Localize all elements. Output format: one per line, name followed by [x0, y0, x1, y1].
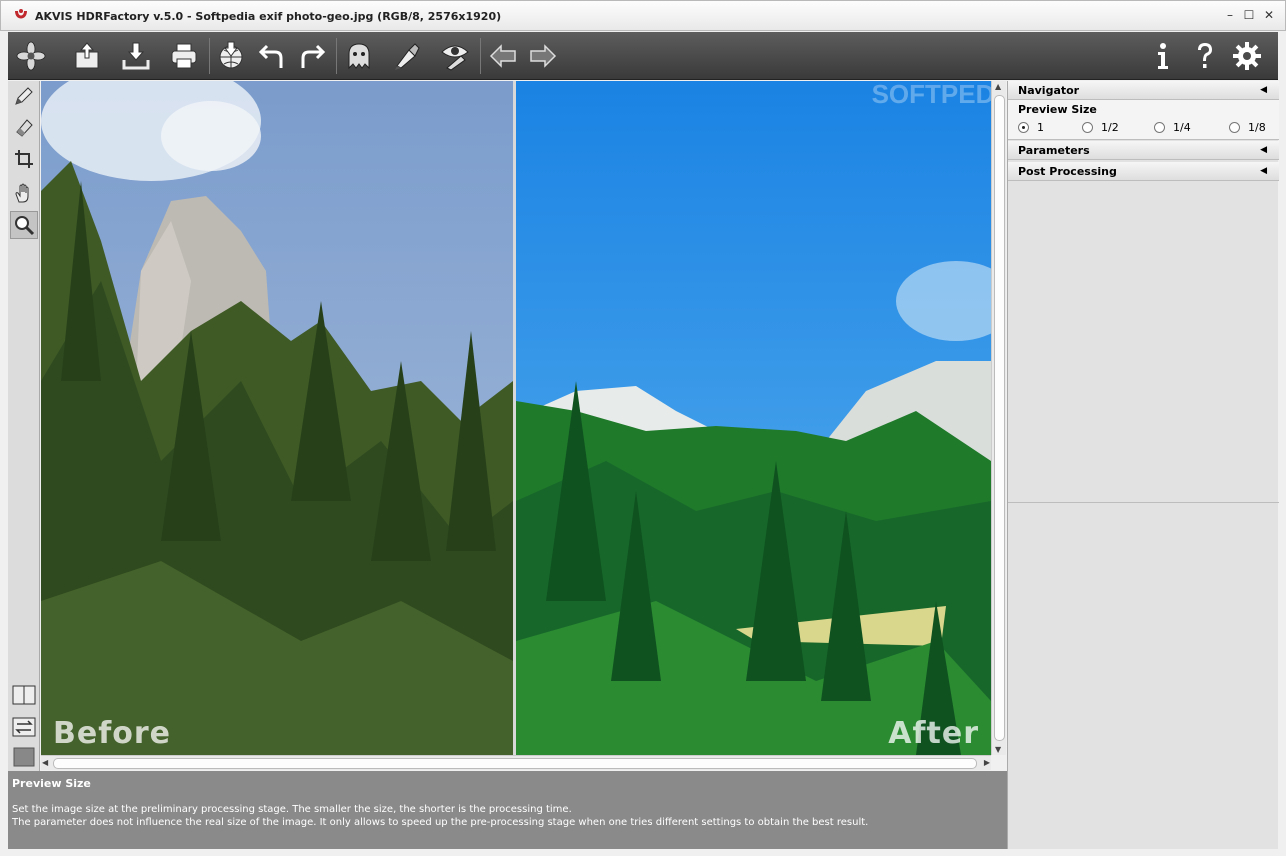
post-processing-title: Post Processing — [1018, 165, 1117, 178]
crop-tool-icon[interactable] — [10, 145, 38, 173]
main-toolbar — [8, 32, 1278, 80]
radio-selected-icon — [1018, 122, 1029, 133]
scroll-right-icon[interactable]: ▶ — [984, 758, 990, 767]
navigator-body: Preview Size 1 1/2 1/4 1/8 — [1008, 100, 1279, 140]
settings-panel: Navigator ◀ Preview Size 1 1/2 1/4 1/8 P… — [1007, 81, 1279, 849]
watermark: SOFTPEDIA — [872, 81, 991, 109]
maximize-button[interactable]: ☐ — [1241, 7, 1257, 23]
after-image: SOFTPEDIA — [516, 81, 991, 755]
redo-icon[interactable] — [292, 38, 330, 74]
app-logo-icon — [15, 9, 27, 19]
info-icon[interactable] — [1144, 38, 1182, 74]
hint-line-1: Set the image size at the preliminary pr… — [12, 804, 572, 815]
tool-panel — [8, 81, 40, 771]
save-image-icon[interactable] — [117, 38, 155, 74]
eraser-tool-icon[interactable] — [10, 113, 38, 141]
post-processing-header[interactable]: Post Processing ◀ — [1008, 162, 1279, 181]
hint-panel: Preview Size Set the image size at the p… — [8, 771, 1007, 849]
window-title: AKVIS HDRFactory v.5.0 - Softpedia exif … — [35, 10, 502, 23]
brush-settings-icon[interactable] — [388, 38, 426, 74]
settings-gear-icon[interactable] — [1228, 38, 1266, 74]
logo-icon[interactable] — [12, 38, 50, 74]
collapse-triangle-icon: ◀ — [1260, 145, 1267, 155]
navigator-title: Navigator — [1018, 84, 1080, 97]
collapse-triangle-icon: ◀ — [1260, 85, 1267, 95]
image-canvas[interactable]: Before SOFTPEDIA After — [41, 81, 991, 755]
swap-view-button[interactable] — [10, 715, 38, 739]
before-image — [41, 81, 513, 755]
parameters-title: Parameters — [1018, 144, 1090, 157]
single-view-button[interactable] — [10, 745, 38, 769]
forward-arrow-icon[interactable] — [524, 38, 562, 74]
preview-size-radio-1[interactable]: 1 — [1018, 121, 1044, 134]
after-pane: SOFTPEDIA After — [516, 81, 991, 755]
close-button[interactable]: ✕ — [1261, 7, 1277, 23]
horizontal-scrollbar[interactable]: ◀ ▶ — [41, 755, 991, 770]
vertical-scroll-thumb[interactable] — [994, 95, 1005, 741]
undo-icon[interactable] — [254, 38, 292, 74]
pencil-tool-icon[interactable] — [10, 82, 38, 110]
hint-line-2: The parameter does not influence the rea… — [12, 817, 869, 828]
hand-tool-icon[interactable] — [10, 179, 38, 207]
radio-icon — [1082, 122, 1093, 133]
publish-icon[interactable] — [212, 38, 250, 74]
before-label: Before — [53, 716, 172, 751]
navigator-header[interactable]: Navigator ◀ — [1008, 81, 1279, 100]
radio-icon — [1229, 122, 1240, 133]
collapse-triangle-icon: ◀ — [1260, 166, 1267, 176]
preview-size-radio-1-4[interactable]: 1/4 — [1154, 121, 1191, 134]
panel-divider — [1008, 502, 1279, 503]
zoom-tool-icon[interactable] — [10, 211, 38, 239]
before-pane: Before — [41, 81, 513, 755]
preview-size-label: Preview Size — [1018, 103, 1097, 116]
radio-icon — [1154, 122, 1165, 133]
help-icon[interactable] — [1186, 38, 1224, 74]
open-image-icon[interactable] — [68, 38, 106, 74]
back-arrow-icon[interactable] — [484, 38, 522, 74]
title-bar: AKVIS HDRFactory v.5.0 - Softpedia exif … — [0, 0, 1286, 31]
print-icon[interactable] — [165, 38, 203, 74]
parameters-header[interactable]: Parameters ◀ — [1008, 141, 1279, 160]
preview-eye-icon[interactable] — [436, 38, 474, 74]
horizontal-scroll-thumb[interactable] — [53, 758, 977, 769]
preview-size-radio-1-2[interactable]: 1/2 — [1082, 121, 1119, 134]
ghost-removal-icon[interactable] — [340, 38, 378, 74]
split-view-button[interactable] — [10, 683, 38, 707]
scroll-up-icon[interactable]: ▲ — [995, 82, 1001, 91]
vertical-scrollbar[interactable]: ▲ ▼ — [991, 81, 1006, 755]
preview-size-radio-1-8[interactable]: 1/8 — [1229, 121, 1266, 134]
scroll-left-icon[interactable]: ◀ — [42, 758, 48, 767]
minimize-button[interactable]: – — [1222, 7, 1238, 23]
scroll-down-icon[interactable]: ▼ — [995, 745, 1001, 754]
after-label: After — [888, 716, 979, 751]
hint-title: Preview Size — [12, 777, 91, 790]
